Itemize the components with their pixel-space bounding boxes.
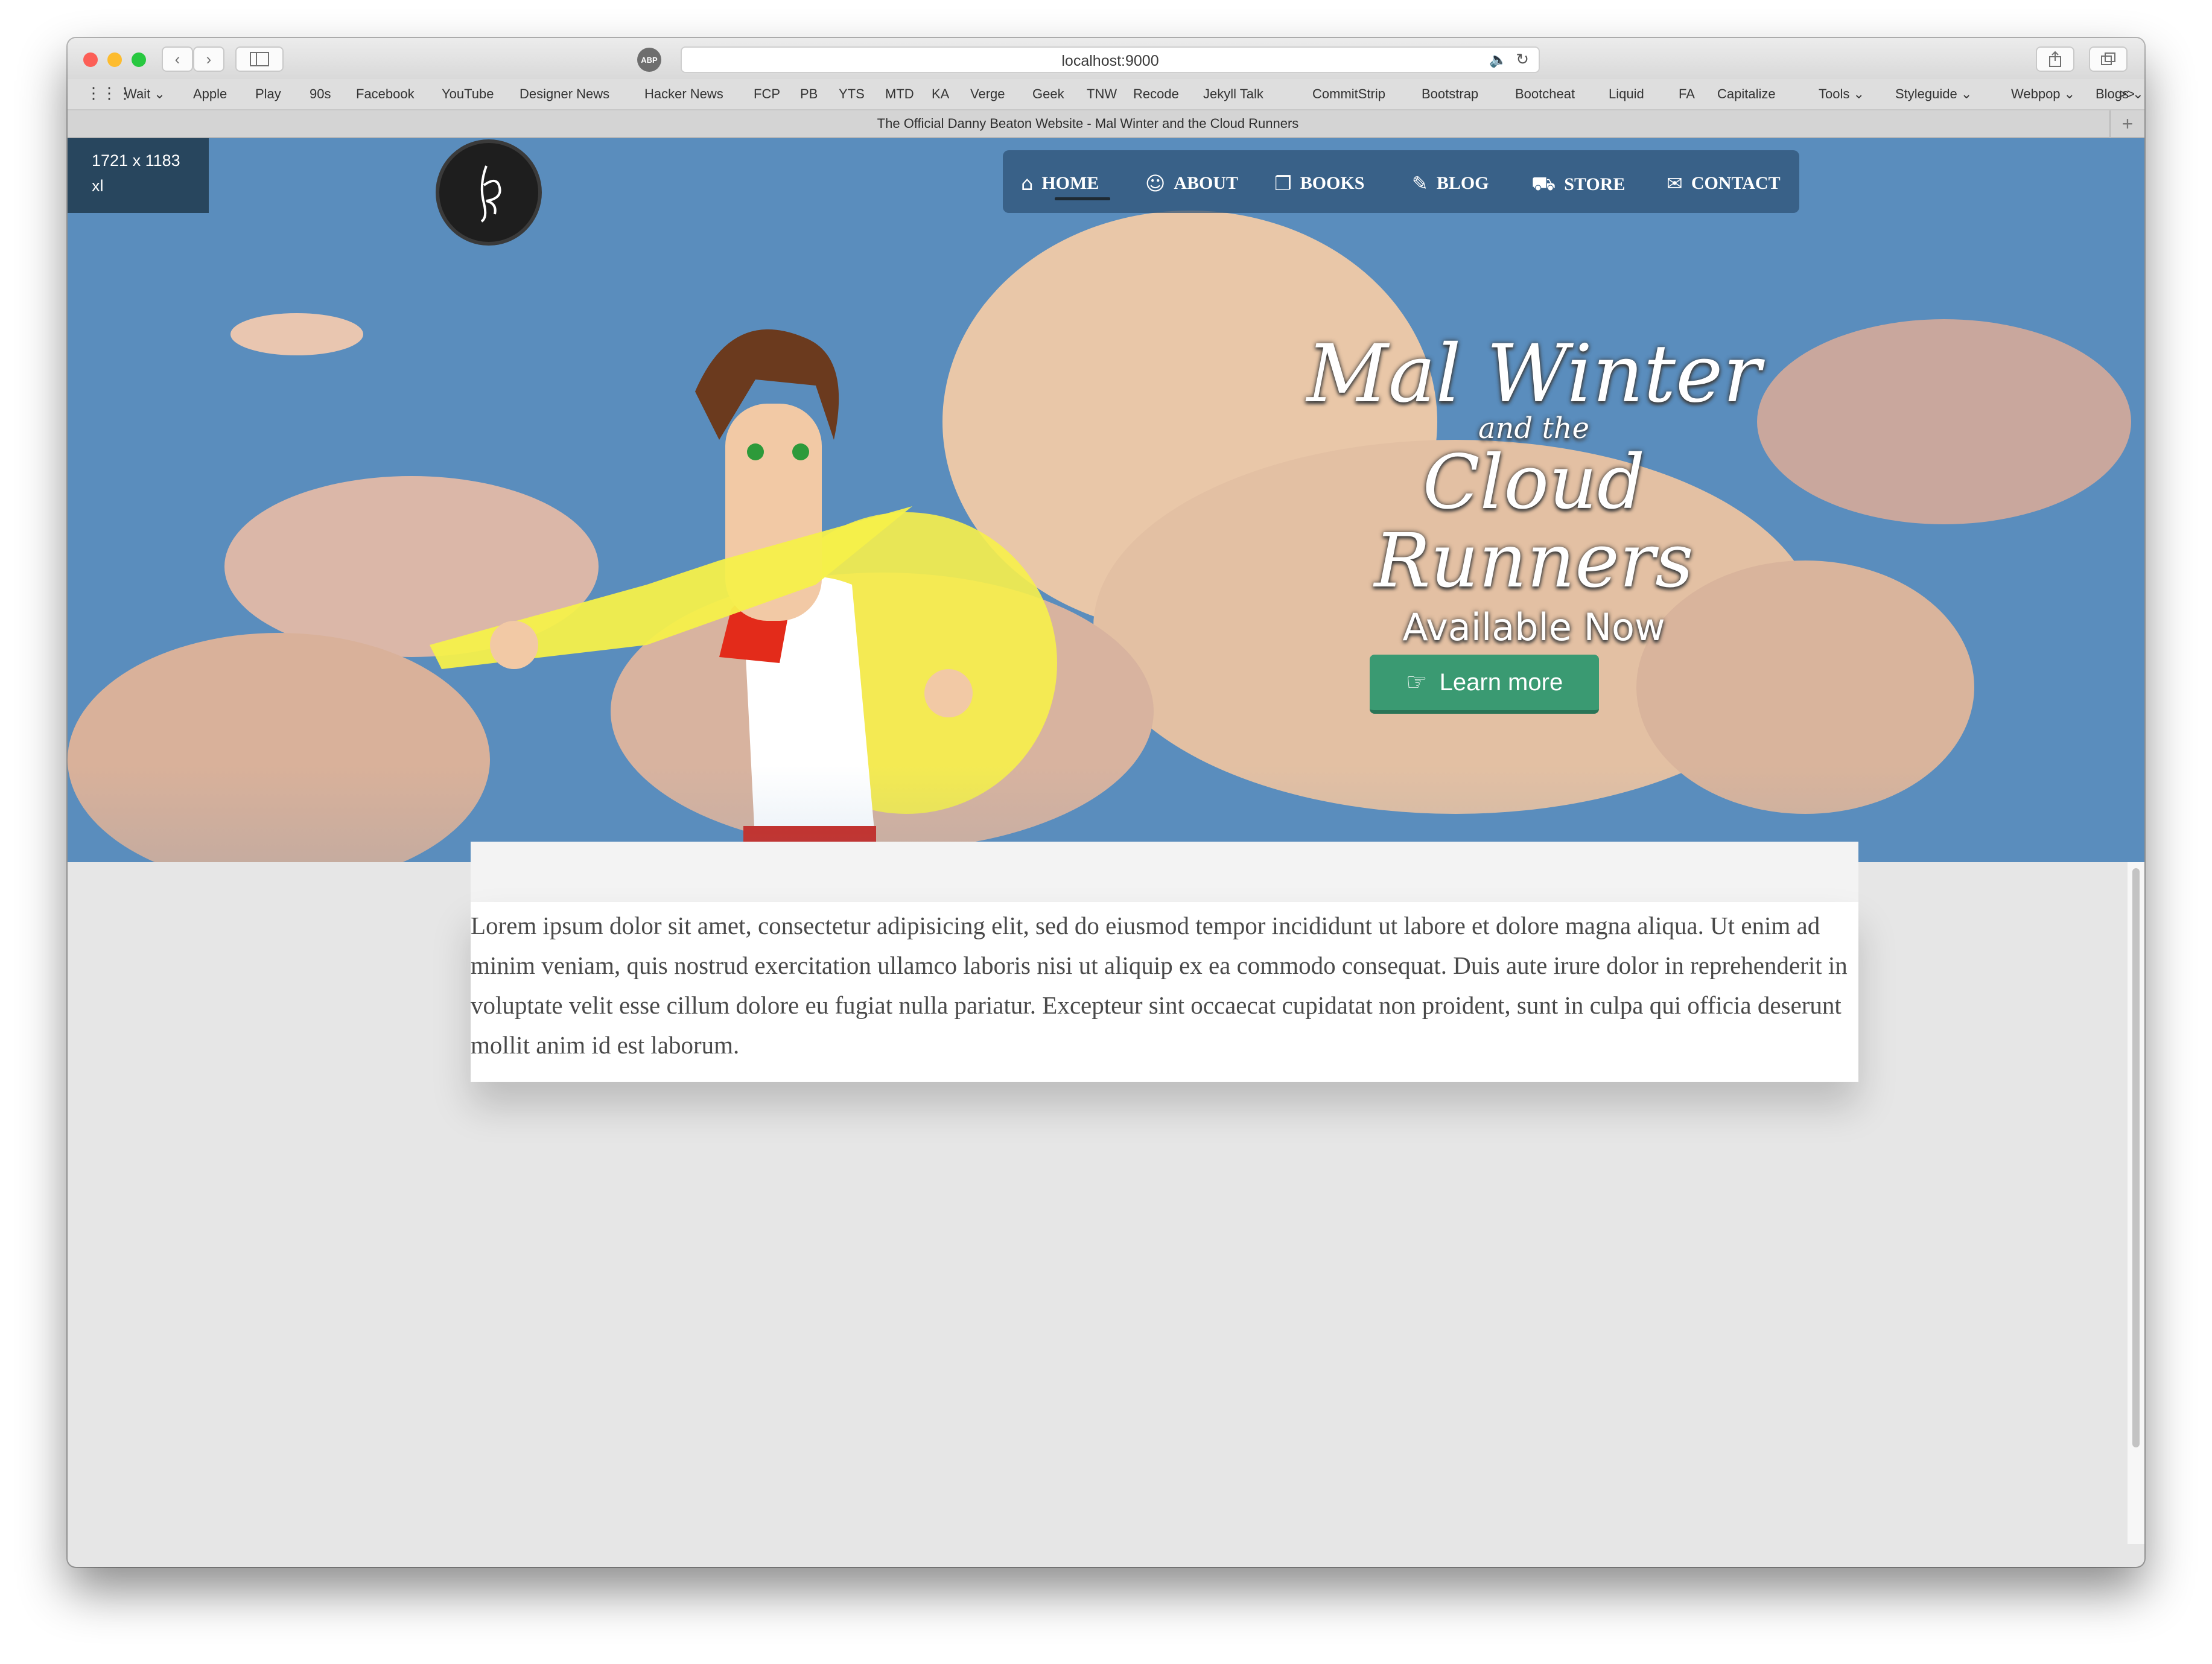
audio-icon[interactable]: 🔈 [1489,51,1507,69]
zoom-window-button[interactable] [132,52,146,67]
new-tab-button[interactable]: + [2109,110,2144,137]
bookmark-fcp[interactable]: FCP [754,86,780,102]
bookmark-capitalize[interactable]: Capitalize [1717,86,1776,102]
bookmark-wait[interactable]: Wait ⌄ [124,86,165,102]
bookmark-mtd[interactable]: MTD [885,86,914,102]
hero-subtitle: Available Now [1402,605,1665,649]
content-card-header [471,842,1858,902]
bookmark-geek[interactable]: Geek [1032,86,1064,102]
envelope-icon: ✉ [1667,172,1683,195]
forward-button[interactable]: › [193,46,224,72]
viewport-breakpoint: xl [92,177,104,195]
content-paragraph: Lorem ipsum dolor sit amet, consectetur … [471,912,1848,1059]
hero-title: Mal Winter and the Cloud Runners Availab… [1262,328,1805,655]
learn-more-button[interactable]: ☞ Learn more [1370,655,1599,714]
pen-icon: ✎ [1412,172,1428,195]
viewport-size-badge: 1721 x 1183 xl [68,138,209,213]
nav-item-about[interactable]: ☺ ABOUT [1145,172,1238,195]
nav-label-books: BOOKS [1300,173,1365,193]
bookmark-bootstrap[interactable]: Bootstrap [1422,86,1478,102]
browser-window: ‹ › ABP localhost:9000 🔈 ↻ ⋮⋮⋮ Wait ⌄ App… [68,38,2144,1567]
bookmark-commitstrip[interactable]: CommitStrip [1312,86,1385,102]
hero-title-line3: Cloud Runners [1374,439,1694,605]
bookmark-fa[interactable]: FA [1679,86,1695,102]
site-logo[interactable] [436,139,542,246]
nav-label-home: HOME [1041,173,1099,193]
hero-title-line1: Mal Winter [1306,328,1761,421]
bookmark-play[interactable]: Play [255,86,281,102]
bookmark-tnw[interactable]: TNW [1087,86,1117,102]
nav-active-underline [1055,197,1110,200]
bookmark-pb[interactable]: PB [800,86,818,102]
reload-icon[interactable]: ↻ [1516,50,1529,69]
share-button[interactable] [2036,46,2074,72]
bookmark-tools[interactable]: Tools ⌄ [1819,86,1864,102]
bookmark-yts[interactable]: YTS [839,86,865,102]
main-nav: ⌂ HOME ☺ ABOUT ❐ BOOKS ✎ BLOG ⛟ STORE ✉ [1003,150,1799,213]
sidebar-icon [250,52,269,66]
bookmark-90s[interactable]: 90s [310,86,331,102]
tab-bar: The Official Danny Beaton Website - Mal … [68,110,2144,138]
browser-toolbar: ‹ › ABP localhost:9000 🔈 ↻ [68,38,2144,79]
bookmarks-overflow-button[interactable]: >> [2119,86,2135,102]
bookmark-jekyll-talk[interactable]: Jekyll Talk [1203,86,1263,102]
hero-section: 1721 x 1183 xl ⌂ HOME ☺ ABOUT ❐ BOOKS ✎ … [68,138,2144,862]
cart-icon: ⛟ [1531,172,1556,195]
plus-icon: + [2121,112,2134,135]
minimize-window-button[interactable] [107,52,122,67]
cloud-illustration [1757,319,2131,524]
cloud-illustration [230,313,363,355]
nav-label-contact: CONTACT [1691,173,1781,193]
book-icon: ❐ [1274,172,1292,195]
address-bar[interactable]: localhost:9000 🔈 ↻ [681,46,1540,73]
bookmark-ka[interactable]: KA [932,86,949,102]
page-scrollbar[interactable] [2128,862,2144,1544]
viewport-size: 1721 x 1183 [92,151,180,170]
chevron-right-icon: › [206,49,212,68]
bookmark-bootcheat[interactable]: Bootcheat [1515,86,1575,102]
bookmark-designer-news[interactable]: Designer News [520,86,609,102]
user-icon: ☺ [1145,172,1166,195]
bookmark-facebook[interactable]: Facebook [356,86,415,102]
nav-item-blog[interactable]: ✎ BLOG [1412,172,1489,195]
bookmarks-bar: ⋮⋮⋮ Wait ⌄ Apple Play 90s Facebook YouTube Des… [68,79,2144,110]
home-icon: ⌂ [1021,172,1034,195]
tabs-overview-button[interactable] [2089,46,2128,72]
content-card: Lorem ipsum dolor sit amet, consectetur … [471,902,1858,1082]
learn-more-label: Learn more [1439,668,1563,696]
adblock-label: ABP [641,55,658,65]
nav-item-store[interactable]: ⛟ STORE [1531,172,1625,197]
back-button[interactable]: ‹ [162,46,193,72]
nav-label-store: STORE [1564,174,1626,194]
chevron-left-icon: ‹ [174,49,180,68]
signature-logo-icon [480,165,501,223]
bookmark-webpop[interactable]: Webpop ⌄ [2011,86,2075,102]
close-window-button[interactable] [83,52,98,67]
tab-title[interactable]: The Official Danny Beaton Website - Mal … [68,116,2108,132]
nav-item-contact[interactable]: ✉ CONTACT [1667,172,1781,195]
bookmark-apple[interactable]: Apple [193,86,227,102]
address-url: localhost:9000 [1061,52,1159,69]
nav-item-books[interactable]: ❐ BOOKS [1274,172,1364,195]
nav-item-home[interactable]: ⌂ HOME [1021,172,1099,195]
tabs-icon [2101,52,2115,65]
bookmark-youtube[interactable]: YouTube [442,86,494,102]
hand-pointing-icon: ☞ [1405,668,1428,696]
bookmark-recode[interactable]: Recode [1133,86,1179,102]
bookmark-liquid[interactable]: Liquid [1609,86,1644,102]
adblock-icon[interactable]: ABP [637,48,661,72]
scrollbar-thumb[interactable] [2132,868,2140,1447]
bookmark-styleguide[interactable]: Styleguide ⌄ [1895,86,1972,102]
share-icon [2049,51,2061,67]
nav-label-blog: BLOG [1436,173,1489,193]
sidebar-toggle-button[interactable] [235,46,284,72]
bookmark-hacker-news[interactable]: Hacker News [644,86,723,102]
nav-label-about: ABOUT [1174,173,1239,193]
bookmark-verge[interactable]: Verge [970,86,1005,102]
